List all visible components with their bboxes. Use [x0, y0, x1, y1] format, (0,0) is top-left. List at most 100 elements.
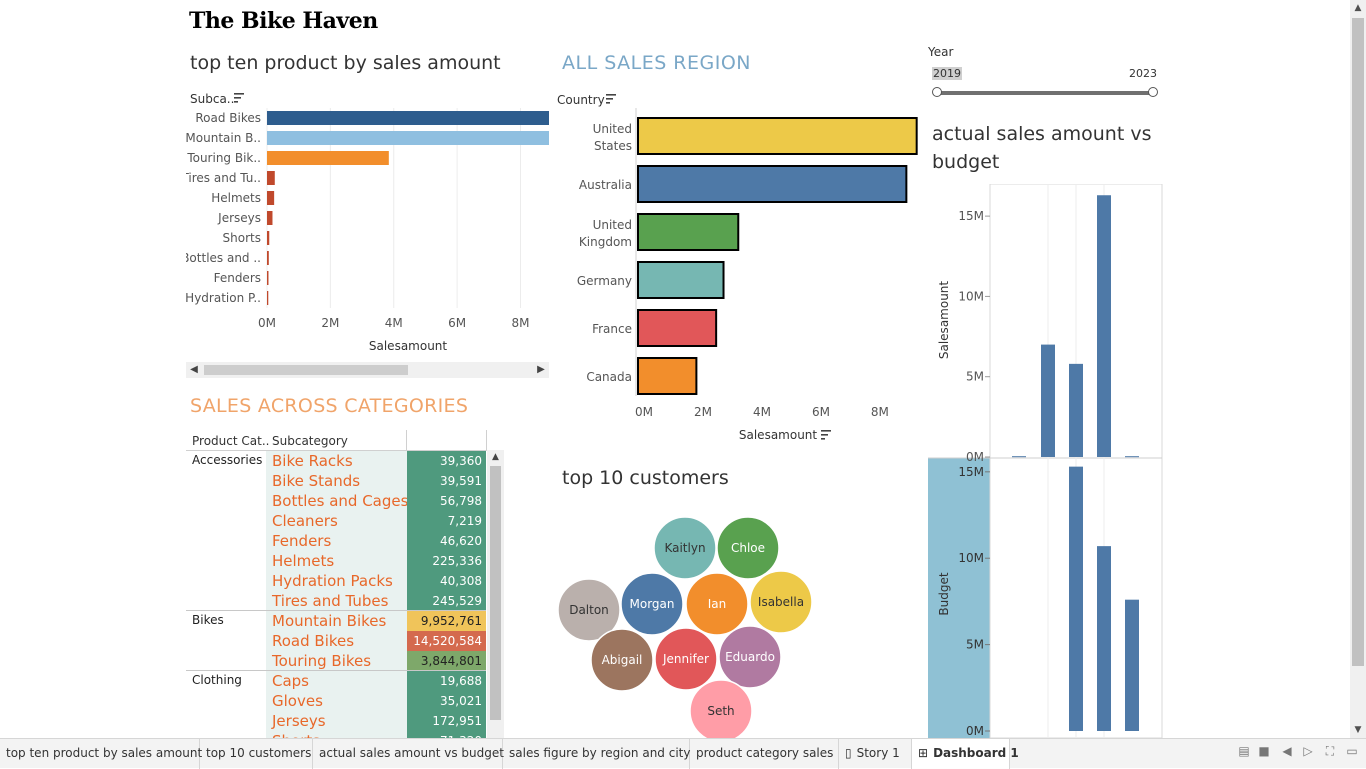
category-cell[interactable]: Clothing — [192, 673, 242, 687]
tab-dashboard-1[interactable]: ⊞ Dashboard 1 — [912, 739, 1019, 769]
y-tick-label: 0M — [966, 450, 984, 464]
scroll-down-icon[interactable]: ▼ — [1350, 722, 1366, 738]
scroll-up-icon[interactable]: ▲ — [487, 450, 504, 464]
product-x-axis-label: Salesamount — [369, 339, 448, 353]
bar-shorts — [267, 231, 270, 245]
product-field-header: Subca.. — [190, 92, 234, 106]
subcategory-cell[interactable]: Gloves — [272, 692, 323, 710]
dashboard-canvas: The Bike Haven top ten product by sales … — [0, 0, 1366, 769]
category-cell[interactable]: Bikes — [192, 613, 224, 627]
bar-mountain-b- — [267, 131, 549, 145]
sales-value-cell[interactable]: 172,951 — [407, 711, 486, 731]
subcategory-cell[interactable]: Caps — [272, 672, 309, 690]
subcategory-cell[interactable]: Tires and Tubes — [272, 592, 388, 610]
subcategory-cell[interactable]: Hydration Packs — [272, 572, 393, 590]
scroll-left-icon[interactable]: ◀ — [186, 362, 202, 378]
subcategory-cell[interactable]: Bike Stands — [272, 472, 360, 490]
scroll-thumb[interactable] — [490, 466, 501, 720]
product-chart-scrollbar[interactable]: ◀ ▶ — [186, 362, 549, 378]
customer-name: Eduardo — [725, 650, 775, 664]
sales-value-cell[interactable]: 7,219 — [407, 511, 486, 531]
bar-fenders — [267, 271, 269, 285]
tab-actual-sales-amount-vs-budget[interactable]: actual sales amount vs budget — [313, 739, 504, 769]
customers-bubble-chart[interactable]: Kaitlyn Chloe Dalton Morgan Ian Isabella Abiga… — [550, 510, 820, 738]
header-product-category[interactable]: Product Cat.. — [192, 430, 269, 450]
categories-table[interactable]: Product Cat.. Subcategory Accessories Bik… — [186, 430, 504, 738]
sales-value-cell[interactable]: 19,688 — [407, 671, 486, 691]
budget-chart-title: actual sales amount vs budget — [932, 123, 1152, 173]
region-sales-chart[interactable]: Country United States Australia United Kingd… — [552, 88, 922, 448]
tab-top-10-customers[interactable]: top 10 customers — [200, 739, 313, 769]
customer-name: Morgan — [630, 597, 675, 611]
country-label: States — [594, 139, 632, 153]
subcategory-cell[interactable]: Road Bikes — [272, 632, 354, 650]
sales-value-cell[interactable]: 39,591 — [407, 471, 486, 491]
subcategory-cell[interactable]: Fenders — [272, 532, 331, 550]
sales-value-cell[interactable]: 14,520,584 — [407, 631, 486, 651]
year-slider-min-handle[interactable] — [932, 87, 942, 97]
fit-screen-icon[interactable]: ⛶ — [1322, 744, 1338, 759]
category-label: Shorts — [223, 231, 261, 245]
subcategory-cell[interactable]: Mountain Bikes — [272, 612, 386, 630]
product-chart-title: top ten product by sales amount — [190, 52, 501, 74]
sales-value-cell[interactable]: 245,529 — [407, 591, 486, 611]
bar-united-kingdom — [637, 213, 740, 251]
budget-chart[interactable]: 0M5M10M15M0M5M10M15M Salesamount Budget — [928, 184, 1164, 738]
scroll-up-icon[interactable]: ▲ — [1350, 0, 1366, 16]
tab-top-ten-product-by-sales-amount[interactable]: top ten product by sales amount — [0, 739, 202, 769]
y-tick-label: 10M — [958, 289, 984, 303]
budget-bar — [1097, 546, 1111, 731]
subcategory-cell[interactable]: Bike Racks — [272, 452, 353, 470]
subcategory-cell[interactable]: Helmets — [272, 552, 334, 570]
sales-value-cell[interactable]: 56,798 — [407, 491, 486, 511]
dashboard-title: The Bike Haven — [189, 8, 378, 34]
tab-story-1[interactable]: ▯ Story 1 — [839, 739, 912, 769]
subcategory-cell[interactable]: Touring Bikes — [272, 652, 371, 670]
scroll-thumb[interactable] — [204, 365, 408, 375]
category-label: Road Bikes — [195, 111, 261, 125]
bar-touring-bik- — [267, 151, 389, 165]
category-label: Helmets — [211, 191, 261, 205]
year-slider-max-handle[interactable] — [1148, 87, 1158, 97]
y-tick-label: 5M — [966, 370, 984, 384]
presentation-icon[interactable]: ▭ — [1344, 744, 1360, 758]
product-sales-chart[interactable]: Subca.. Road Bikes Mountain B.. Touring Bi… — [186, 88, 550, 358]
sales-value-cell[interactable]: 3,844,801 — [407, 651, 486, 671]
country-label: France — [592, 322, 632, 336]
category-label: Hydration P.. — [186, 291, 261, 305]
sales-value-cell[interactable]: 46,620 — [407, 531, 486, 551]
sales-value-cell[interactable]: 40,308 — [407, 571, 486, 591]
next-sheet-icon[interactable]: ▷ — [1300, 744, 1316, 758]
scroll-right-icon[interactable]: ▶ — [533, 362, 549, 378]
sales-value-cell[interactable]: 225,336 — [407, 551, 486, 571]
sales-value-cell[interactable]: 35,021 — [407, 691, 486, 711]
x-tick-label: 6M — [448, 316, 466, 330]
scroll-thumb[interactable] — [1352, 18, 1364, 666]
country-label: Kingdom — [579, 235, 632, 249]
thumbnail-view-icon[interactable]: ▤ — [1236, 744, 1252, 758]
filmstrip-view-icon[interactable]: ■ — [1256, 744, 1272, 758]
budget-axis-label: Budget — [937, 572, 951, 615]
tab-product-category-sales[interactable]: product category sales — [690, 739, 839, 769]
table-scrollbar[interactable]: ▲ — [487, 450, 504, 738]
categories-title: SALES ACROSS CATEGORIES — [190, 395, 469, 417]
customer-bubble-jennifer: Jennifer — [654, 627, 718, 691]
x-tick-label: 6M — [812, 405, 830, 419]
x-tick-label: 4M — [753, 405, 771, 419]
sales-value-cell[interactable]: 71,320 — [407, 731, 486, 738]
subcategory-cell[interactable]: Cleaners — [272, 512, 338, 530]
subcategory-cell[interactable]: Bottles and Cages — [272, 492, 408, 510]
previous-sheet-icon[interactable]: ◀ — [1279, 744, 1295, 758]
header-subcategory[interactable]: Subcategory — [272, 430, 348, 450]
year-slider-track[interactable] — [937, 91, 1153, 95]
sort-icon — [821, 430, 831, 440]
sales-value-cell[interactable]: 39,360 — [407, 451, 486, 471]
category-cell[interactable]: Accessories — [192, 453, 262, 467]
tab-sales-figure-by-region-and-city[interactable]: sales figure by region and city — [503, 739, 690, 769]
bar-united-states — [637, 117, 918, 155]
salesamount-axis-label: Salesamount — [937, 281, 951, 360]
subcategory-cell[interactable]: Jerseys — [272, 712, 326, 730]
page-scrollbar[interactable]: ▲ ▼ — [1350, 0, 1366, 738]
bar-road-bikes — [267, 111, 549, 125]
sales-value-cell[interactable]: 9,952,761 — [407, 611, 486, 631]
